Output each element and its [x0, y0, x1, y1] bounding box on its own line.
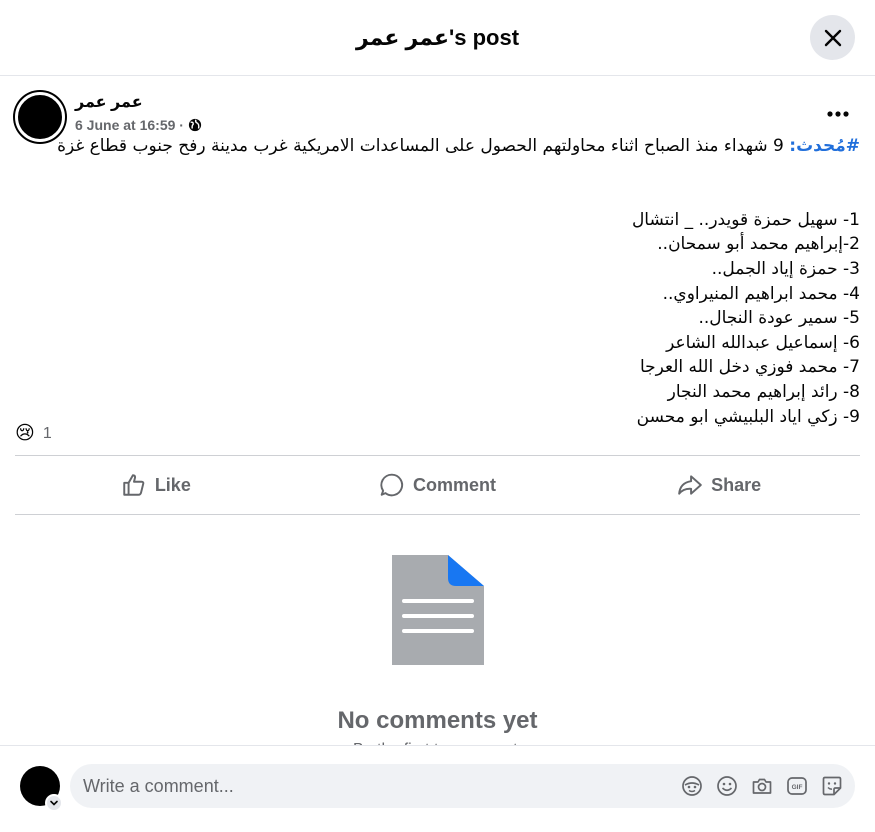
thumbs-up-icon — [123, 474, 145, 496]
author-name[interactable]: عمر عمر — [75, 92, 143, 112]
more-options-button[interactable] — [820, 102, 856, 126]
dialog-header: عمر عمر's post — [0, 0, 875, 76]
headline-text: 9 شهداء منذ الصباح اثناء محاولتهم الحصول… — [57, 136, 790, 156]
comment-icon — [380, 473, 404, 497]
sticker-icon — [822, 776, 841, 795]
reactions-summary[interactable]: 😢 1 — [15, 422, 52, 445]
post-timestamp[interactable]: 6 June at 16:59 · — [75, 117, 184, 133]
post-actions: Like Comment Share — [15, 456, 860, 514]
comment-placeholder: Write a comment... — [83, 775, 234, 796]
comment-button[interactable]: Comment — [297, 456, 579, 514]
sticker-button[interactable] — [820, 774, 843, 797]
list-item: 4- محمد ابراهيم المنيراوي.. — [662, 283, 860, 304]
list-item: 7- محمد فوزي دخل الله العرجا — [639, 357, 860, 378]
close-icon — [824, 29, 841, 46]
post-text: #مُحدث: 9 شهداء منذ الصباح اثناء محاولته… — [15, 134, 860, 429]
post-meta: 6 June at 16:59 · — [75, 117, 202, 133]
comment-composer: Write a comment... GIF — [0, 745, 875, 832]
camera-icon — [752, 778, 771, 794]
reaction-count: 1 — [42, 424, 52, 442]
more-icon — [827, 111, 849, 117]
list-item: 3- حمزة إياد الجمل.. — [711, 258, 860, 279]
comment-input[interactable]: Write a comment... GIF — [70, 764, 855, 808]
svg-text:GIF: GIF — [791, 784, 802, 791]
avatar-sticker-icon — [681, 775, 702, 796]
empty-comments-title: No comments yet — [337, 707, 538, 734]
sad-reaction-icon: 😢 — [15, 423, 35, 444]
emoji-button[interactable] — [715, 774, 738, 797]
chevron-down-icon — [50, 800, 58, 806]
document-icon — [391, 555, 484, 665]
avatar-switch-button[interactable] — [45, 794, 63, 812]
composer-tools: GIF — [680, 774, 843, 797]
divider — [15, 514, 860, 515]
comments-empty-state: No comments yet Be the first to comment. — [0, 555, 875, 758]
gif-icon: GIF — [786, 776, 807, 795]
share-label: Share — [711, 474, 762, 495]
camera-button[interactable] — [750, 774, 773, 797]
emoji-icon — [716, 775, 737, 796]
share-button[interactable]: Share — [578, 456, 860, 514]
post-headline: #مُحدث: 9 شهداء منذ الصباح اثناء محاولته… — [15, 134, 860, 159]
list-item: 9- زكي اياد البلبيشي ابو محسن — [636, 406, 860, 427]
list-item: 5- سمير عودة النجال.. — [698, 308, 860, 329]
close-button[interactable] — [810, 15, 855, 60]
globe-icon — [188, 118, 202, 132]
list-item: 6- إسماعيل عبدالله الشاعر — [666, 332, 860, 353]
list-item: 2-إبراهيم محمد أبو سمحان.. — [657, 234, 860, 255]
dialog-title: عمر عمر's post — [355, 24, 520, 50]
list-item: 1- سهيل حمزة قويدر.. _ انتشال — [631, 209, 860, 230]
like-button[interactable]: Like — [15, 456, 297, 514]
hashtag-link[interactable]: #مُحدث: — [789, 136, 860, 156]
like-label: Like — [154, 474, 191, 495]
list-item: 8- رائد إبراهيم محمد النجار — [667, 381, 860, 402]
avatar-sticker-button[interactable] — [680, 774, 703, 797]
share-icon — [678, 475, 702, 495]
comment-label: Comment — [413, 474, 497, 495]
post-header: عمر عمر 6 June at 16:59 · — [15, 90, 860, 142]
gif-button[interactable]: GIF — [785, 774, 808, 797]
